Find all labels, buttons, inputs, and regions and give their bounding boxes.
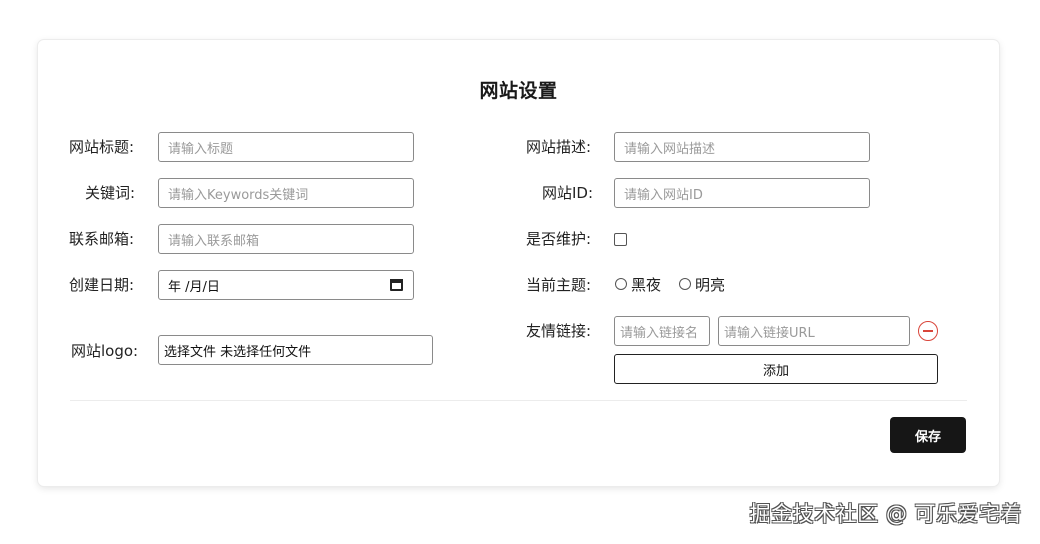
watermark: 掘金技术社区 @ 可乐爱宅着	[749, 502, 1022, 526]
created-date-label: 创建日期:	[69, 276, 135, 294]
created-date-input[interactable]: 年 /月/日	[158, 270, 414, 300]
site-id-label: 网站ID:	[542, 184, 594, 202]
keywords-label: 关键词:	[85, 184, 136, 202]
settings-card: 网站设置 网站标题: 请输入标题 关键词: 请输入Keywords关键词 联系邮…	[38, 40, 999, 486]
add-link-button[interactable]: 添加	[614, 354, 938, 384]
remove-link-icon[interactable]	[918, 321, 938, 341]
theme-label: 当前主题:	[526, 276, 592, 294]
links-label: 友情链接:	[526, 322, 592, 340]
logo-label: 网站logo:	[71, 342, 139, 360]
logo-file-input[interactable]: 选择文件 未选择任何文件	[158, 335, 433, 365]
site-title-input[interactable]: 请输入标题	[158, 132, 414, 162]
email-input[interactable]: 请输入联系邮箱	[158, 224, 414, 254]
calendar-icon[interactable]	[390, 279, 403, 291]
site-title-label: 网站标题:	[69, 138, 135, 156]
page-title: 网站设置	[479, 80, 558, 102]
divider	[70, 400, 967, 401]
link-url-input[interactable]: 请输入链接URL	[718, 316, 910, 346]
email-label: 联系邮箱:	[69, 230, 135, 248]
description-label: 网站描述:	[526, 138, 592, 156]
theme-dark-radio[interactable]	[615, 278, 627, 290]
date-value: 年 /月/日	[168, 279, 220, 295]
link-name-input[interactable]: 请输入链接名	[614, 316, 710, 346]
keywords-input[interactable]: 请输入Keywords关键词	[158, 178, 414, 208]
maintenance-label: 是否维护:	[526, 230, 592, 248]
description-input[interactable]: 请输入网站描述	[614, 132, 870, 162]
maintenance-checkbox[interactable]	[614, 233, 627, 246]
site-id-input[interactable]: 请输入网站ID	[614, 178, 870, 208]
theme-light-label: 明亮	[695, 276, 726, 294]
save-button[interactable]: 保存	[890, 417, 966, 453]
theme-dark-label: 黑夜	[631, 276, 662, 294]
theme-light-radio[interactable]	[679, 278, 691, 290]
